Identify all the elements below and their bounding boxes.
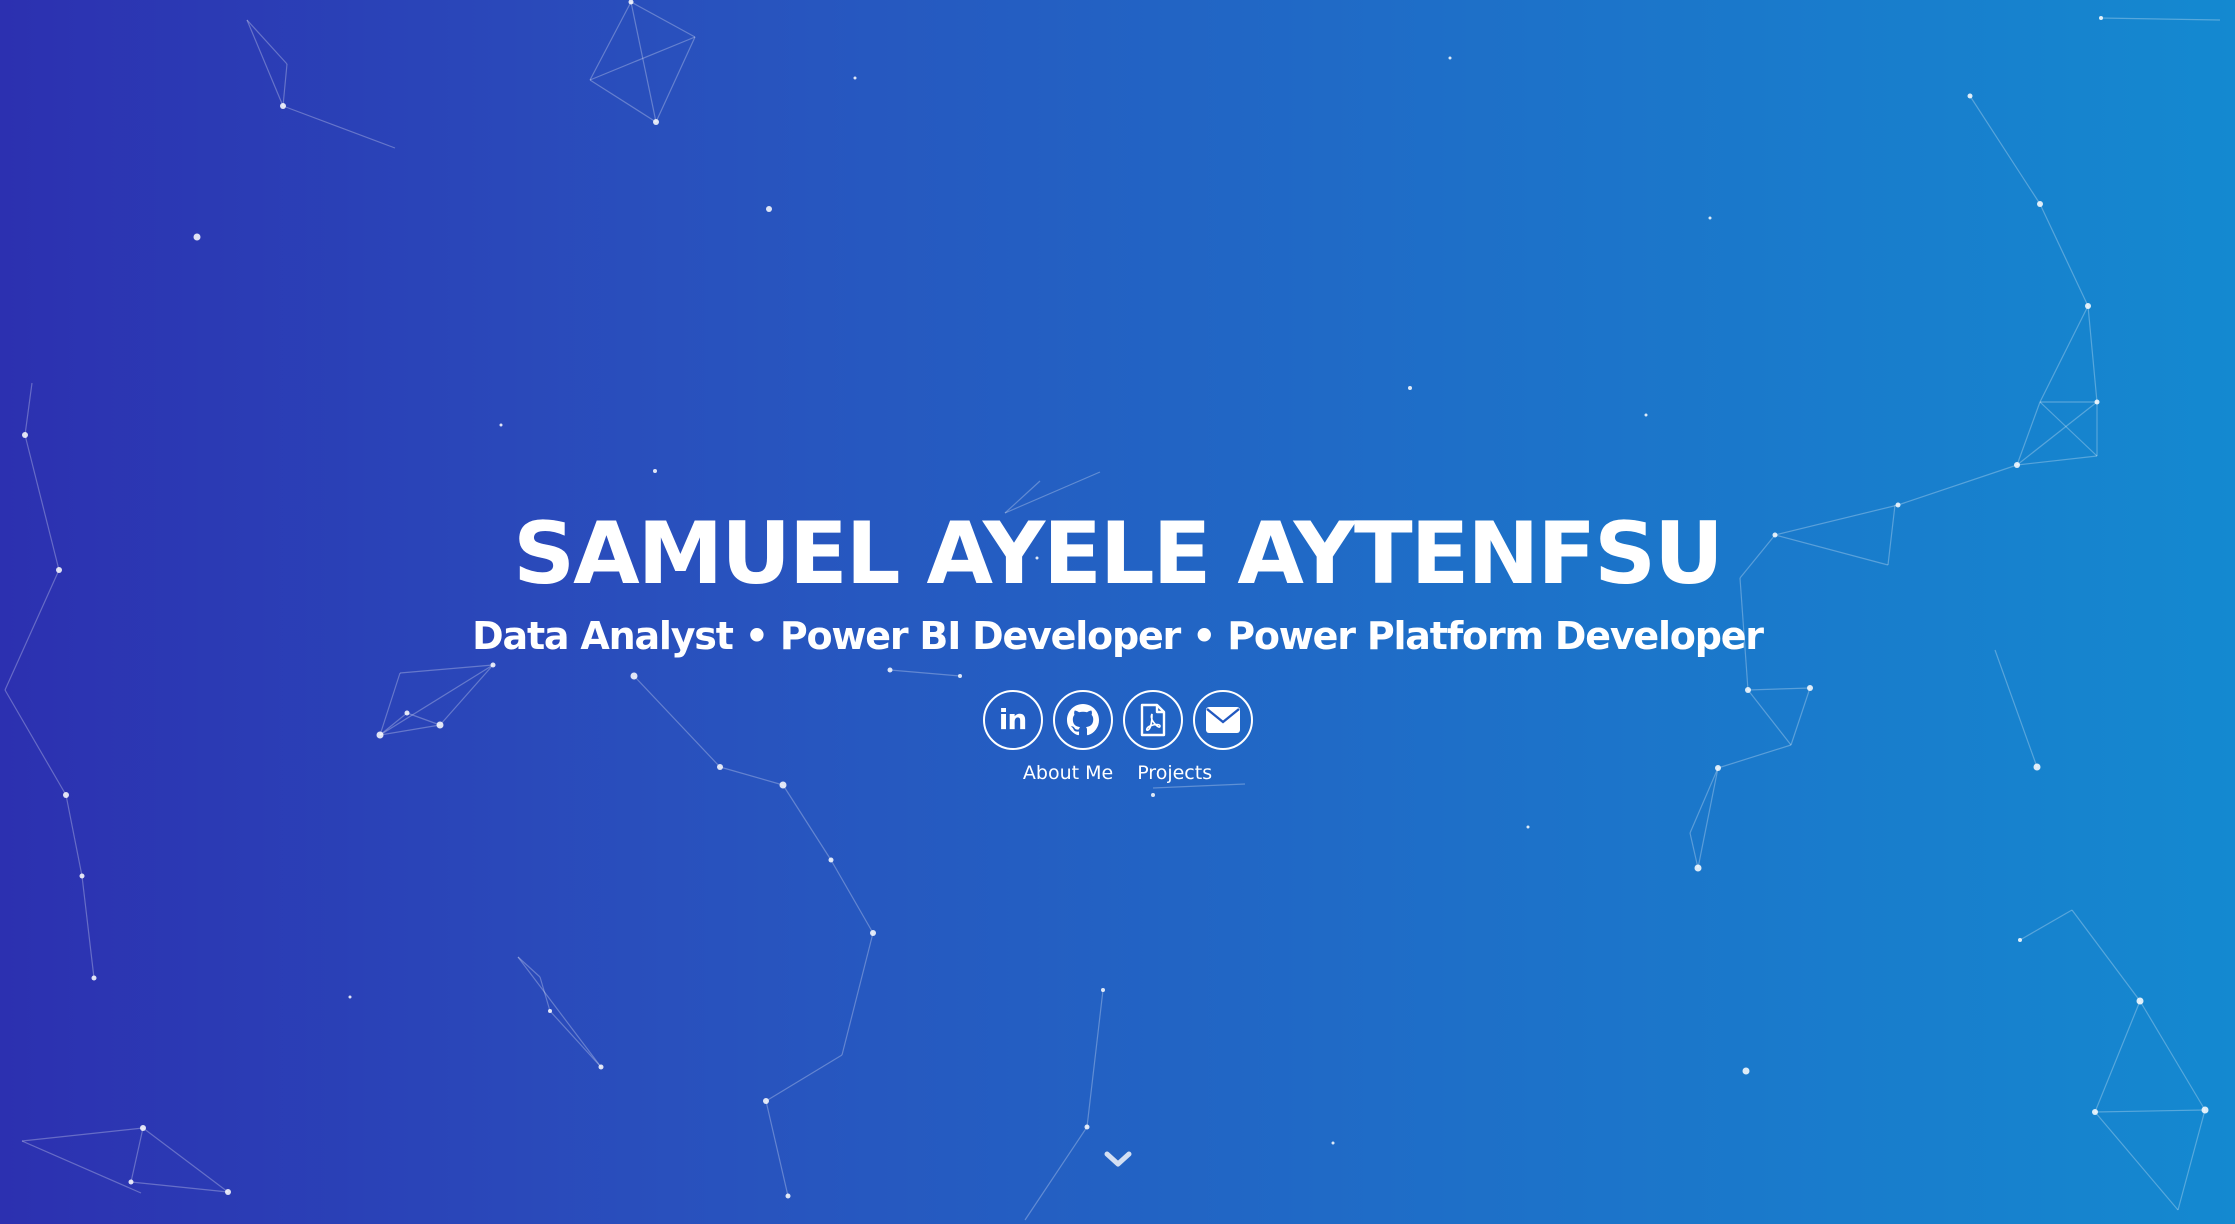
pdf-resume-icon — [1140, 703, 1165, 737]
hero-name: SAMUEL AYELE AYTENFSU — [513, 504, 1724, 604]
github-icon — [1066, 704, 1099, 736]
projects-link[interactable]: Projects — [1137, 762, 1212, 784]
chevron-down-icon — [1104, 1151, 1132, 1167]
email-icon — [1205, 707, 1240, 733]
linkedin-icon: in — [998, 703, 1028, 736]
email-button[interactable] — [1192, 690, 1253, 750]
hero-tagline: Data Analyst • Power BI Developer • Powe… — [472, 614, 1764, 658]
hero-nav-links: About Me Projects — [0, 762, 2235, 784]
hero-content: SAMUEL AYELE AYTENFSU Data Analyst • Pow… — [0, 500, 2235, 784]
linkedin-button[interactable]: in — [982, 690, 1043, 750]
resume-pdf-button[interactable] — [1122, 690, 1183, 750]
hero-section: SAMUEL AYELE AYTENFSU Data Analyst • Pow… — [0, 0, 2235, 1224]
scroll-down-button[interactable] — [1103, 1148, 1133, 1172]
github-button[interactable] — [1052, 690, 1113, 750]
social-icons: in — [0, 690, 2235, 752]
about-me-link[interactable]: About Me — [1023, 762, 1113, 784]
